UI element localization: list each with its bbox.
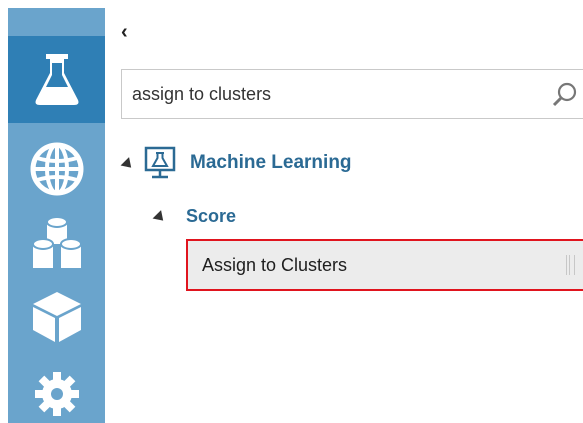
tree-node-machine-learning[interactable]: Machine Learning [120, 146, 352, 180]
module-item-label: Assign to Clusters [202, 255, 348, 275]
expand-triangle-icon[interactable] [120, 156, 136, 172]
sidebar-item-experiments[interactable] [8, 53, 105, 107]
sidebar-item-settings[interactable] [8, 371, 105, 417]
sidebar-item-trained-models[interactable] [8, 290, 105, 344]
flask-icon [35, 54, 78, 105]
tree-node-label: Score [186, 206, 237, 226]
search-box[interactable] [121, 69, 583, 119]
collapse-back-button[interactable]: ‹ [121, 22, 128, 42]
gear-icon [34, 372, 79, 416]
tree-node-label: Machine Learning [190, 152, 352, 173]
sidebar [8, 8, 105, 423]
sidebar-item-datasets[interactable] [8, 216, 105, 272]
drag-handle-icon[interactable] [566, 255, 575, 275]
module-item-assign-to-clusters[interactable]: Assign to Clusters [186, 239, 583, 291]
machine-learning-icon [144, 146, 176, 179]
search-input[interactable] [132, 70, 542, 118]
tree-node-score[interactable]: Score [152, 206, 237, 227]
search-icon[interactable] [552, 82, 578, 108]
sidebar-item-web-services[interactable] [8, 142, 105, 196]
cube-icon [32, 292, 81, 342]
expand-triangle-icon[interactable] [152, 210, 168, 225]
globe-icon [30, 142, 83, 196]
datasets-icon [31, 216, 82, 268]
